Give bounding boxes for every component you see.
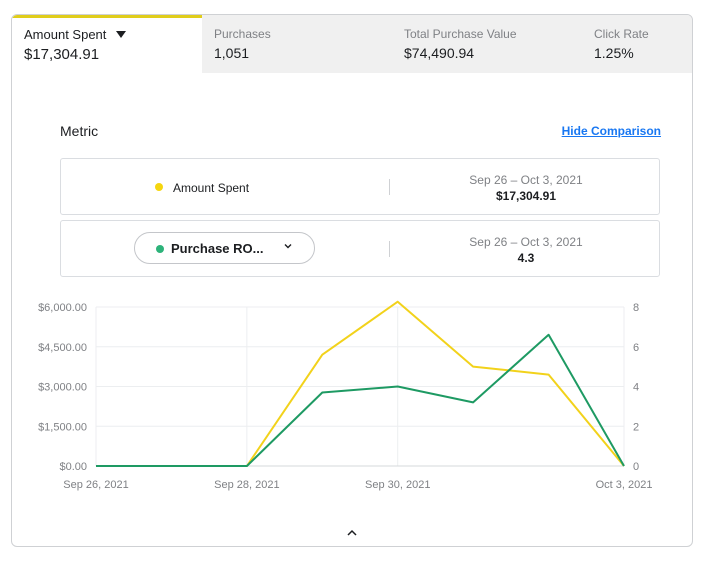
metric-row-purchase-roas: Purchase RO... Sep 26 – Oct 3, 2021 4.3 <box>60 220 660 277</box>
y-right-tick-label: 6 <box>633 342 639 354</box>
tab-value: 1.25% <box>594 45 634 61</box>
x-tick-label: Sep 28, 2021 <box>214 479 279 491</box>
metric-tabs: Amount Spent $17,304.91 Purchases 1,051 … <box>12 15 692 73</box>
y-right-tick-label: 8 <box>633 302 639 314</box>
line-chart: $0.00 $1,500.00 $3,000.00 $4,500.00 $6,000.0… <box>38 300 652 491</box>
metric-selector-dropdown[interactable]: Purchase RO... <box>134 232 315 264</box>
y-right-tick-label: 4 <box>633 382 639 394</box>
caret-down-icon[interactable] <box>116 31 127 38</box>
x-tick-label: Oct 3, 2021 <box>596 479 653 491</box>
tab-purchases[interactable]: Purchases 1,051 <box>202 15 392 73</box>
date-range: Sep 26 – Oct 3, 2021 <box>469 235 583 249</box>
chevron-down-icon <box>283 240 293 254</box>
hide-comparison-link[interactable]: Hide Comparison <box>562 124 661 138</box>
date-range: Sep 26 – Oct 3, 2021 <box>469 173 583 187</box>
x-tick-label: Sep 26, 2021 <box>63 479 128 491</box>
y-left-tick-label: $4,500.00 <box>38 342 87 354</box>
legend-dot-icon <box>156 245 164 253</box>
series-line-purchase-ro <box>96 333 625 467</box>
selected-metric-label: Purchase RO... <box>171 241 264 256</box>
divider <box>389 241 390 257</box>
y-axis-right: 0 2 4 6 8 <box>633 302 639 473</box>
y-axis-left: $0.00 $1,500.00 $3,000.00 $4,500.00 $6,000.0… <box>38 302 87 473</box>
y-left-tick-label: $3,000.00 <box>38 382 87 394</box>
y-left-tick-label: $6,000.00 <box>38 302 87 314</box>
metric-row-amount-spent: Amount Spent Sep 26 – Oct 3, 2021 $17,30… <box>60 158 660 215</box>
chart-series <box>96 300 625 467</box>
x-tick-label: Sep 30, 2021 <box>365 479 430 491</box>
tab-click-rate[interactable]: Click Rate 1.25% <box>582 15 692 73</box>
metric-value: $17,304.91 <box>495 189 557 203</box>
performance-card: Amount Spent $17,304.91 Purchases 1,051 … <box>11 14 693 547</box>
divider <box>389 179 390 195</box>
tab-label: Click Rate <box>594 27 649 41</box>
chart-grid <box>95 306 625 467</box>
y-right-tick-label: 2 <box>633 421 639 433</box>
chevron-up-icon[interactable] <box>345 526 359 540</box>
x-axis: Sep 26, 2021 Sep 28, 2021 Sep 30, 2021 Oct … <box>63 479 652 491</box>
y-right-tick-label: 0 <box>633 461 639 473</box>
y-left-tick-label: $0.00 <box>59 461 87 473</box>
tab-label: Purchases <box>214 27 271 41</box>
tab-value: 1,051 <box>214 45 250 61</box>
tab-label: Total Purchase Value <box>404 27 517 41</box>
tab-amount-spent[interactable]: Amount Spent $17,304.91 <box>12 15 202 73</box>
metric-value: 4.3 <box>517 251 535 265</box>
legend-dot-icon <box>155 183 163 191</box>
tab-total-purchase-value[interactable]: Total Purchase Value $74,490.94 <box>392 15 582 73</box>
tab-value: $74,490.94 <box>404 45 475 61</box>
legend-label: Amount Spent <box>173 181 250 195</box>
series-line-amount-spent <box>96 300 625 467</box>
metric-title: Metric <box>60 123 99 139</box>
y-left-tick-label: $1,500.00 <box>38 421 87 433</box>
tab-value: $17,304.91 <box>24 46 100 63</box>
tab-label: Amount Spent <box>24 27 107 42</box>
